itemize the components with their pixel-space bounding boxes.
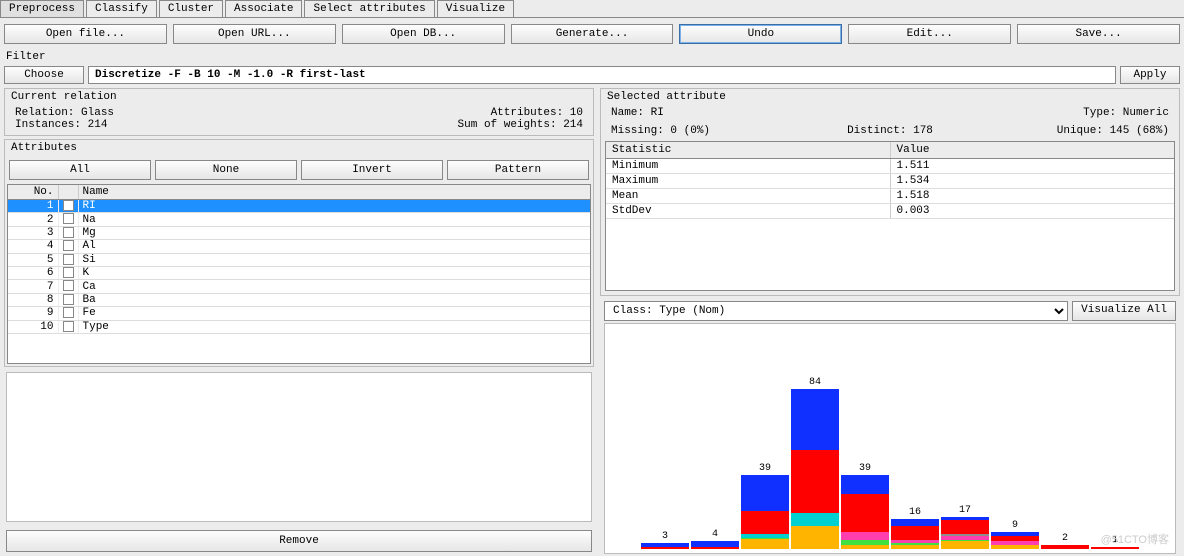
open-url-button[interactable]: Open URL... — [173, 24, 336, 44]
none-button[interactable]: None — [155, 160, 297, 180]
sa-name: RI — [651, 107, 664, 119]
attr-checkbox[interactable] — [63, 321, 74, 332]
table-row: Mean1.518 — [606, 189, 1174, 204]
value-col: Value — [890, 142, 1174, 159]
sa-missing: 0 (0%) — [670, 125, 710, 137]
save-button[interactable]: Save... — [1017, 24, 1180, 44]
filter-title: Filter — [4, 50, 1180, 64]
instances-label: Instances: — [15, 119, 81, 131]
histogram-bar: 4 — [690, 529, 740, 549]
choose-button[interactable]: Choose — [4, 66, 84, 84]
attributes-title: Attributes — [5, 140, 593, 156]
attr-checkbox[interactable] — [63, 240, 74, 251]
relation-value: Glass — [81, 107, 114, 119]
histogram-bar: 84 — [790, 377, 840, 549]
attr-checkbox[interactable] — [63, 294, 74, 305]
sa-type: Numeric — [1123, 107, 1169, 119]
open-db-button[interactable]: Open DB... — [342, 24, 505, 44]
table-row: Minimum1.511 — [606, 159, 1174, 174]
sa-missing-label: Missing: — [611, 125, 664, 137]
histogram-bar: 2 — [1040, 533, 1090, 549]
attr-checkbox[interactable] — [63, 227, 74, 238]
instances-value: 214 — [88, 119, 108, 131]
histogram-bar: 16 — [890, 507, 940, 549]
col-name: Name — [78, 185, 590, 200]
attributes-blank-area — [6, 372, 592, 522]
table-row[interactable]: 4Al — [8, 240, 590, 253]
sa-distinct-label: Distinct: — [847, 125, 906, 137]
table-row[interactable]: 6K — [8, 267, 590, 280]
attr-checkbox[interactable] — [63, 254, 74, 265]
attributes-table[interactable]: No. Name 1RI2Na3Mg4Al5Si6K7Ca8Ba9Fe10Typ… — [8, 185, 590, 334]
attr-checkbox[interactable] — [63, 213, 74, 224]
tab-associate[interactable]: Associate — [225, 0, 302, 17]
histogram-bar: 3 — [640, 531, 690, 549]
attr-checkbox[interactable] — [63, 267, 74, 278]
relation-label: Relation: — [15, 107, 74, 119]
sa-unique-label: Unique: — [1057, 125, 1103, 137]
visualize-all-button[interactable]: Visualize All — [1072, 301, 1176, 321]
histogram-bar: 39 — [740, 463, 790, 549]
table-row: Maximum1.534 — [606, 174, 1174, 189]
attributes-label: Attributes: — [491, 107, 564, 119]
attr-checkbox[interactable] — [63, 307, 74, 318]
apply-button[interactable]: Apply — [1120, 66, 1180, 84]
tab-select-attributes[interactable]: Select attributes — [304, 0, 434, 17]
table-row[interactable]: 10Type — [8, 320, 590, 333]
table-row[interactable]: 8Ba — [8, 293, 590, 306]
selected-attribute-panel: Selected attribute Name: RI Type: Numeri… — [600, 88, 1180, 296]
watermark: @51CTO博客 — [1101, 531, 1169, 547]
main-tabs: PreprocessClassifyClusterAssociateSelect… — [0, 0, 1184, 18]
remove-button[interactable]: Remove — [6, 530, 592, 552]
invert-button[interactable]: Invert — [301, 160, 443, 180]
table-row[interactable]: 9Fe — [8, 307, 590, 320]
stat-col: Statistic — [606, 142, 890, 159]
stats-table: Statistic Value Minimum1.511Maximum1.534… — [606, 142, 1174, 219]
sa-distinct: 178 — [913, 125, 933, 137]
table-row: StdDev0.003 — [606, 204, 1174, 219]
selected-attribute-title: Selected attribute — [601, 89, 1179, 105]
tab-classify[interactable]: Classify — [86, 0, 157, 17]
attr-checkbox[interactable] — [63, 280, 74, 291]
table-row[interactable]: 3Mg — [8, 226, 590, 239]
attributes-value: 10 — [570, 107, 583, 119]
attributes-panel: Attributes All None Invert Pattern No. N… — [4, 139, 594, 367]
current-relation-title: Current relation — [5, 89, 593, 105]
sow-value: 214 — [563, 119, 583, 131]
sa-type-label: Type: — [1083, 107, 1116, 119]
current-relation-panel: Current relation Relation: Glass Instanc… — [4, 88, 594, 136]
col-no: No. — [8, 185, 58, 200]
histogram-bar: 17 — [940, 505, 990, 549]
open-file-button[interactable]: Open file... — [4, 24, 167, 44]
filter-text[interactable]: Discretize -F -B 10 -M -1.0 -R first-las… — [88, 66, 1116, 84]
attr-checkbox[interactable] — [63, 200, 74, 211]
class-select[interactable]: Class: Type (Nom) — [604, 301, 1068, 321]
generate-button[interactable]: Generate... — [511, 24, 674, 44]
histogram-bar: 39 — [840, 463, 890, 549]
pattern-button[interactable]: Pattern — [447, 160, 589, 180]
edit-button[interactable]: Edit... — [848, 24, 1011, 44]
table-row[interactable]: 5Si — [8, 253, 590, 266]
histogram-panel: 343984391617921 @51CTO博客 — [604, 323, 1176, 554]
all-button[interactable]: All — [9, 160, 151, 180]
tab-cluster[interactable]: Cluster — [159, 0, 223, 17]
tab-preprocess[interactable]: Preprocess — [0, 0, 84, 17]
toolbar: Open file... Open URL... Open DB... Gene… — [0, 18, 1184, 48]
table-row[interactable]: 2Na — [8, 213, 590, 226]
table-row[interactable]: 7Ca — [8, 280, 590, 293]
tab-visualize[interactable]: Visualize — [437, 0, 514, 17]
undo-button[interactable]: Undo — [679, 24, 842, 44]
sa-unique: 145 (68%) — [1110, 125, 1169, 137]
table-row[interactable]: 1RI — [8, 200, 590, 213]
sow-label: Sum of weights: — [458, 119, 557, 131]
histogram-bar: 9 — [990, 520, 1040, 549]
sa-name-label: Name: — [611, 107, 644, 119]
